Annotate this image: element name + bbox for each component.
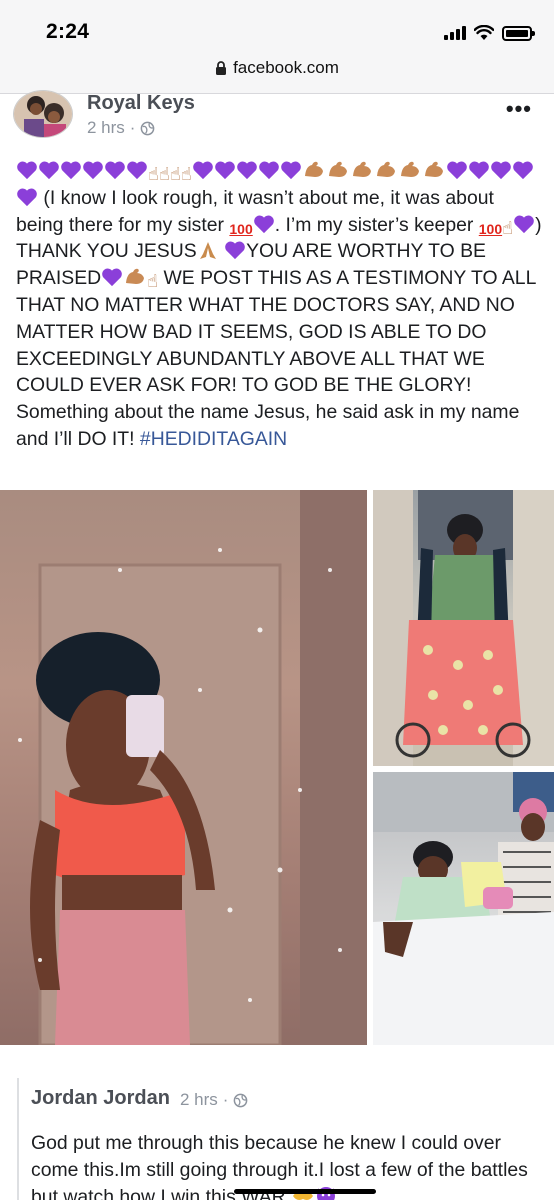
purple-heart-icon — [193, 161, 213, 180]
purple-heart-icon — [215, 161, 235, 180]
photo-hospital-bed[interactable] — [373, 772, 554, 1045]
flexed-biceps-icon — [304, 161, 323, 177]
post-meta: 2 hrs · — [87, 118, 155, 138]
hundred-points-icon: 100 — [229, 220, 253, 237]
cellular-signal-icon — [444, 26, 466, 40]
purple-heart-icon — [102, 268, 122, 287]
author-avatar[interactable] — [13, 90, 73, 138]
home-indicator — [234, 1189, 376, 1194]
purple-heart-icon — [83, 161, 103, 180]
comment-thread-line — [17, 1078, 19, 1200]
purple-heart-icon — [281, 161, 301, 180]
purple-heart-icon — [237, 161, 257, 180]
lock-icon — [216, 60, 227, 75]
purple-heart-icon — [225, 241, 245, 260]
flexed-biceps-icon — [400, 161, 419, 177]
battery-icon — [502, 25, 535, 41]
url-bar[interactable]: facebook.com — [0, 58, 554, 78]
hundred-points-icon: 100 — [478, 220, 503, 237]
pointing-up-icon: ☝ — [180, 164, 192, 184]
purple-heart-icon — [127, 161, 147, 180]
purple-heart-icon — [253, 215, 274, 233]
globe-icon — [141, 121, 155, 135]
hospital-bed-photo-icon — [373, 772, 554, 1045]
comment-author-name[interactable]: Jordan Jordan — [31, 1087, 170, 1110]
pointing-up-icon: ☝ — [147, 271, 159, 292]
photo-wheelchair[interactable] — [373, 490, 554, 766]
purple-heart-icon — [259, 161, 279, 180]
hashtag-link[interactable]: #HEDIDITAGAIN — [140, 428, 287, 450]
pointing-up-icon: ☝ — [148, 164, 159, 184]
wifi-icon — [474, 25, 494, 40]
purple-heart-icon — [514, 215, 534, 233]
purple-heart-icon — [491, 161, 511, 180]
status-time: 2:24 — [46, 20, 90, 43]
comment-meta: 2 hrs · — [180, 1090, 248, 1110]
flexed-biceps-icon — [424, 161, 443, 177]
photo-collage — [0, 490, 554, 1046]
purple-heart-icon — [469, 161, 489, 180]
pointing-up-icon: ☝ — [502, 217, 514, 238]
comment-timestamp[interactable]: 2 hrs — [180, 1090, 218, 1110]
post-header: Royal Keys 2 hrs · ••• — [0, 90, 554, 144]
pointing-up-icon: ☝ — [158, 164, 170, 184]
post-text: ☝☝☝☝ (I know I look rough, it wasn’t abo… — [16, 158, 542, 453]
purple-heart-icon — [513, 161, 533, 180]
meta-separator: · — [222, 1090, 229, 1109]
wheelchair-photo-icon — [373, 490, 554, 766]
comment: Jordan Jordan 2 hrs · God put me through… — [0, 1060, 554, 1200]
purple-heart-icon — [447, 161, 467, 180]
browser-chrome: 2:24 facebook.com — [0, 0, 554, 94]
selfie-photo-icon — [18, 490, 367, 1045]
post-options-button[interactable]: ••• — [506, 96, 532, 122]
post-text-segment-2: . I’m my sister’s keeper — [274, 213, 479, 236]
flexed-biceps-icon — [328, 161, 347, 177]
flexed-biceps-icon — [126, 268, 145, 285]
meta-separator: · — [129, 118, 136, 137]
status-icons — [444, 24, 535, 42]
pointing-up-icon: ☝ — [169, 164, 181, 184]
url-text: facebook.com — [233, 58, 339, 77]
flexed-biceps-icon — [352, 161, 371, 177]
post-timestamp[interactable]: 2 hrs — [87, 118, 125, 138]
purple-heart-icon — [39, 161, 59, 180]
avatar-photo-icon — [14, 91, 72, 137]
globe-icon — [234, 1093, 248, 1107]
purple-heart-icon — [61, 161, 81, 180]
post-author-name[interactable]: Royal Keys — [87, 92, 195, 115]
post-text-segment-5: WE POST THIS AS A TESTIMONY TO ALL THAT … — [16, 267, 536, 450]
praying-hands-icon — [199, 242, 216, 260]
photo-selfie[interactable] — [0, 490, 367, 1045]
flexed-biceps-icon — [376, 161, 395, 177]
purple-heart-icon — [105, 161, 125, 180]
purple-heart-icon — [17, 161, 37, 180]
purple-heart-icon — [17, 188, 37, 206]
